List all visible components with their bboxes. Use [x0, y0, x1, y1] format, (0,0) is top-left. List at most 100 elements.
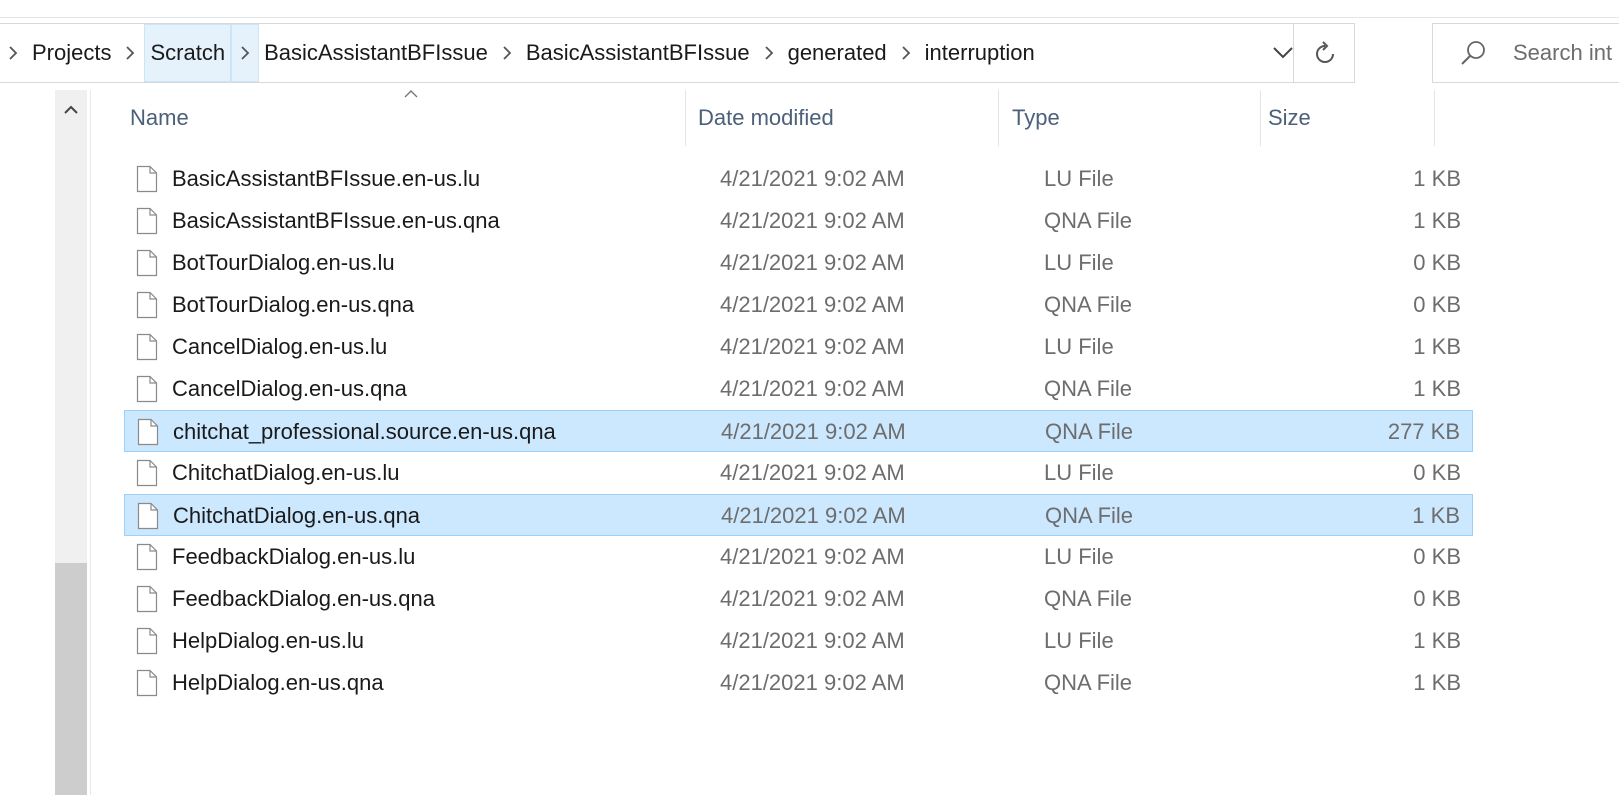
file-icon	[136, 543, 158, 571]
file-icon	[136, 375, 158, 403]
file-date-modified: 4/21/2021 9:02 AM	[720, 586, 905, 611]
file-row[interactable]: ChitchatDialog.en-us.lu 4/21/2021 9:02 AM…	[124, 452, 1473, 494]
file-name[interactable]: BasicAssistantBFIssue.en-us.lu	[172, 158, 480, 200]
file-name[interactable]: CancelDialog.en-us.lu	[172, 326, 387, 368]
file-icon	[136, 333, 158, 361]
breadcrumb-separator-icon[interactable]	[755, 24, 783, 82]
file-icon	[136, 249, 158, 277]
file-row[interactable]: ChitchatDialog.en-us.qna 4/21/2021 9:02 A…	[124, 494, 1473, 536]
file-name[interactable]: FeedbackDialog.en-us.qna	[172, 578, 435, 620]
column-header-type[interactable]: Type	[1006, 90, 1261, 146]
file-type: LU File	[1044, 628, 1114, 653]
file-date-modified: 4/21/2021 9:02 AM	[720, 250, 905, 275]
file-type: QNA File	[1045, 503, 1134, 528]
column-header-name[interactable]: Name	[124, 90, 684, 146]
column-divider[interactable]	[998, 90, 999, 146]
column-header-size[interactable]: Size	[1262, 90, 1434, 146]
chevron-up-icon	[64, 105, 78, 114]
column-divider[interactable]	[1260, 90, 1261, 146]
file-date-modified: 4/21/2021 9:02 AM	[721, 503, 906, 528]
refresh-button[interactable]	[1293, 23, 1355, 83]
file-size: 1 KB	[1413, 208, 1461, 233]
file-type: LU File	[1044, 166, 1114, 191]
file-row[interactable]: FeedbackDialog.en-us.lu 4/21/2021 9:02 AM…	[124, 536, 1473, 578]
file-type: QNA File	[1044, 586, 1133, 611]
file-date-modified: 4/21/2021 9:02 AM	[720, 628, 905, 653]
file-row[interactable]: HelpDialog.en-us.qna 4/21/2021 9:02 AM QNA…	[124, 662, 1473, 704]
file-row[interactable]: BotTourDialog.en-us.lu 4/21/2021 9:02 AM L…	[124, 242, 1473, 284]
breadcrumb-item-scratch[interactable]: Scratch	[144, 24, 232, 82]
breadcrumb-item-generated[interactable]: generated	[783, 24, 892, 82]
file-row[interactable]: chitchat_professional.source.en-us.qna 4/…	[124, 410, 1473, 452]
breadcrumb-separator-icon[interactable]	[493, 24, 521, 82]
file-date-modified: 4/21/2021 9:02 AM	[720, 376, 905, 401]
file-row[interactable]: BotTourDialog.en-us.qna 4/21/2021 9:02 AM…	[124, 284, 1473, 326]
file-date-modified: 4/21/2021 9:02 AM	[720, 166, 905, 191]
breadcrumb-separator-icon[interactable]	[231, 24, 260, 82]
file-type: QNA File	[1044, 376, 1133, 401]
file-size: 0 KB	[1413, 586, 1461, 611]
chevron-down-icon	[1273, 47, 1293, 59]
file-name[interactable]: FeedbackDialog.en-us.lu	[172, 536, 415, 578]
file-icon	[136, 165, 158, 193]
file-date-modified: 4/21/2021 9:02 AM	[720, 544, 905, 569]
column-divider[interactable]	[685, 90, 686, 146]
file-date-modified: 4/21/2021 9:02 AM	[720, 334, 905, 359]
file-row[interactable]: BasicAssistantBFIssue.en-us.lu 4/21/2021 …	[124, 158, 1473, 200]
file-name[interactable]: BasicAssistantBFIssue.en-us.qna	[172, 200, 500, 242]
file-type: LU File	[1044, 460, 1114, 485]
breadcrumb-separator-icon[interactable]	[0, 24, 27, 82]
file-type: QNA File	[1044, 670, 1133, 695]
breadcrumb-separator-icon[interactable]	[116, 24, 144, 82]
breadcrumb-item-basicassistantbfissue[interactable]: BasicAssistantBFIssue	[259, 24, 493, 82]
file-size: 1 KB	[1413, 334, 1461, 359]
file-name[interactable]: HelpDialog.en-us.lu	[172, 620, 364, 662]
file-name[interactable]: chitchat_professional.source.en-us.qna	[173, 411, 556, 453]
file-size: 277 KB	[1387, 419, 1460, 444]
file-name[interactable]: BotTourDialog.en-us.lu	[172, 242, 395, 284]
scrollbar-thumb[interactable]	[55, 563, 87, 795]
file-date-modified: 4/21/2021 9:02 AM	[721, 419, 906, 444]
file-icon	[137, 418, 159, 446]
column-divider[interactable]	[1434, 90, 1435, 146]
breadcrumb-item-basicassistantbfissue-2[interactable]: BasicAssistantBFIssue	[521, 24, 755, 82]
breadcrumb-item-projects[interactable]: Projects	[27, 24, 116, 82]
file-name[interactable]: ChitchatDialog.en-us.lu	[172, 452, 399, 494]
file-list: BasicAssistantBFIssue.en-us.lu 4/21/2021 …	[124, 158, 1474, 704]
column-header-date-modified[interactable]: Date modified	[692, 90, 1002, 146]
file-type: QNA File	[1044, 208, 1133, 233]
file-row[interactable]: BasicAssistantBFIssue.en-us.qna 4/21/2021…	[124, 200, 1473, 242]
file-row[interactable]: HelpDialog.en-us.lu 4/21/2021 9:02 AM LU F…	[124, 620, 1473, 662]
file-type: LU File	[1044, 544, 1114, 569]
search-input[interactable]: Search int	[1432, 23, 1619, 83]
breadcrumb: Projects Scratch BasicAssistantBFIssue B…	[0, 24, 1040, 82]
file-name[interactable]: BotTourDialog.en-us.qna	[172, 284, 414, 326]
file-icon	[136, 669, 158, 697]
file-date-modified: 4/21/2021 9:02 AM	[720, 292, 905, 317]
search-placeholder: Search int	[1513, 40, 1613, 65]
file-size: 1 KB	[1413, 376, 1461, 401]
file-row[interactable]: CancelDialog.en-us.lu 4/21/2021 9:02 AM LU…	[124, 326, 1473, 368]
file-size: 1 KB	[1413, 166, 1461, 191]
file-name[interactable]: HelpDialog.en-us.qna	[172, 662, 384, 704]
file-row[interactable]: CancelDialog.en-us.qna 4/21/2021 9:02 AM Q…	[124, 368, 1473, 410]
file-name[interactable]: ChitchatDialog.en-us.qna	[173, 495, 420, 537]
breadcrumb-separator-icon[interactable]	[892, 24, 920, 82]
file-date-modified: 4/21/2021 9:02 AM	[720, 208, 905, 233]
file-type: QNA File	[1045, 419, 1134, 444]
file-date-modified: 4/21/2021 9:02 AM	[720, 460, 905, 485]
address-bar[interactable]: Projects Scratch BasicAssistantBFIssue B…	[0, 23, 1355, 83]
scroll-up-button[interactable]	[55, 96, 87, 124]
file-icon	[136, 207, 158, 235]
file-icon	[137, 502, 159, 530]
file-size: 0 KB	[1413, 460, 1461, 485]
file-type: QNA File	[1044, 292, 1133, 317]
file-size: 0 KB	[1413, 292, 1461, 317]
file-row[interactable]: FeedbackDialog.en-us.qna 4/21/2021 9:02 A…	[124, 578, 1473, 620]
file-size: 1 KB	[1412, 503, 1460, 528]
file-size: 1 KB	[1413, 670, 1461, 695]
breadcrumb-item-interruption[interactable]: interruption	[920, 24, 1040, 82]
file-icon	[136, 585, 158, 613]
file-name[interactable]: CancelDialog.en-us.qna	[172, 368, 407, 410]
file-icon	[136, 627, 158, 655]
